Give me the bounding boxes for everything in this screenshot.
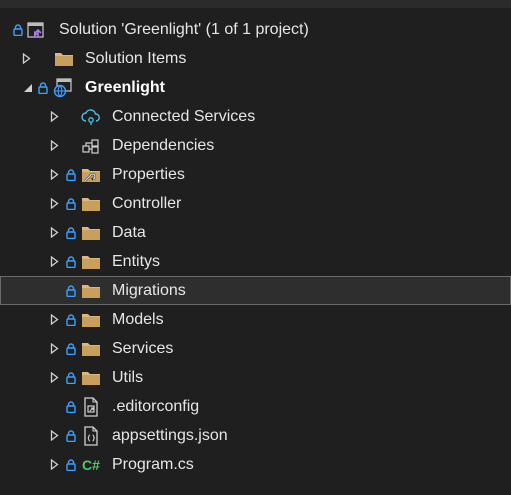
chevron-right-icon[interactable] <box>48 102 60 131</box>
tree-row-project-greenlight[interactable]: Greenlight <box>0 73 511 102</box>
folder-icon <box>80 247 102 276</box>
chevron-right-icon[interactable] <box>48 160 60 189</box>
lock-icon <box>37 73 49 102</box>
tree-label: Solution Items <box>85 49 187 67</box>
tree-row-connected-services[interactable]: Connected Services <box>0 102 511 131</box>
tree-row-editorconfig[interactable]: .editorconfig <box>0 392 511 421</box>
chevron-right-icon[interactable] <box>48 334 60 363</box>
tree-row-program-cs[interactable]: C# Program.cs <box>0 450 511 479</box>
chevron-right-icon[interactable] <box>48 189 60 218</box>
tree-label: Models <box>112 310 164 328</box>
tree-row-migrations[interactable]: Migrations <box>0 276 511 305</box>
tree-row-models[interactable]: Models <box>0 305 511 334</box>
lock-icon <box>65 450 77 479</box>
lock-icon <box>65 247 77 276</box>
solution-icon <box>26 15 48 44</box>
folder-icon <box>80 276 102 305</box>
tree-label: Services <box>112 339 174 357</box>
solution-explorer-tree: Solution 'Greenlight' (1 of 1 project) S… <box>0 8 511 495</box>
chevron-right-icon[interactable] <box>48 131 60 160</box>
lock-icon <box>65 305 77 334</box>
tree-row-properties[interactable]: Properties <box>0 160 511 189</box>
lock-icon <box>65 189 77 218</box>
tree-label: Entitys <box>112 252 161 270</box>
folder-icon <box>80 218 102 247</box>
tree-row-services[interactable]: Services <box>0 334 511 363</box>
tree-row-solution-items[interactable]: Solution Items <box>0 44 511 73</box>
lock-icon <box>65 421 77 450</box>
lock-icon <box>65 160 77 189</box>
tree-row-dependencies[interactable]: Dependencies <box>0 131 511 160</box>
connected-services-icon <box>80 102 102 131</box>
chevron-right-icon[interactable] <box>48 247 60 276</box>
tree-label: Greenlight <box>85 78 166 96</box>
tree-label: Connected Services <box>112 107 256 125</box>
chevron-right-icon[interactable] <box>48 218 60 247</box>
tree-label: Utils <box>112 368 144 386</box>
folder-icon <box>80 305 102 334</box>
tree-label: Controller <box>112 194 182 212</box>
chevron-right-icon[interactable] <box>48 421 60 450</box>
chevron-right-icon[interactable] <box>48 363 60 392</box>
folder-icon <box>80 189 102 218</box>
tree-row-appsettings-json[interactable]: appsettings.json <box>0 421 511 450</box>
folder-icon <box>80 363 102 392</box>
chevron-expanded-icon[interactable] <box>22 73 34 102</box>
chevron-right-icon[interactable] <box>20 44 32 73</box>
folder-icon <box>80 334 102 363</box>
chevron-right-icon[interactable] <box>48 305 60 334</box>
lock-icon <box>12 15 24 44</box>
properties-folder-icon <box>80 160 102 189</box>
tree-label: Program.cs <box>112 455 194 473</box>
chevron-right-icon[interactable] <box>48 450 60 479</box>
lock-icon <box>65 218 77 247</box>
tree-row-utils[interactable]: Utils <box>0 363 511 392</box>
lock-icon <box>65 334 77 363</box>
lock-icon <box>65 392 77 421</box>
tree-label: Properties <box>112 165 185 183</box>
tree-row-controller[interactable]: Controller <box>0 189 511 218</box>
tree-row-data[interactable]: Data <box>0 218 511 247</box>
editorconfig-file-icon <box>80 392 102 421</box>
tree-label: Data <box>112 223 146 241</box>
tree-label: Dependencies <box>112 136 215 154</box>
lock-icon <box>65 363 77 392</box>
tree-row-solution[interactable]: Solution 'Greenlight' (1 of 1 project) <box>0 15 511 44</box>
json-file-icon <box>80 421 102 450</box>
csharp-file-icon: C# <box>82 456 100 473</box>
tree-label: appsettings.json <box>112 426 228 444</box>
tree-label: Solution 'Greenlight' (1 of 1 project) <box>59 20 309 38</box>
lock-icon <box>65 276 77 305</box>
dependencies-icon <box>80 131 102 160</box>
tree-row-entitys[interactable]: Entitys <box>0 247 511 276</box>
web-project-icon <box>52 73 74 102</box>
tree-label: Migrations <box>112 281 186 299</box>
title-bar-strip <box>0 0 511 8</box>
tree-label: .editorconfig <box>112 397 200 415</box>
folder-icon <box>53 44 75 73</box>
